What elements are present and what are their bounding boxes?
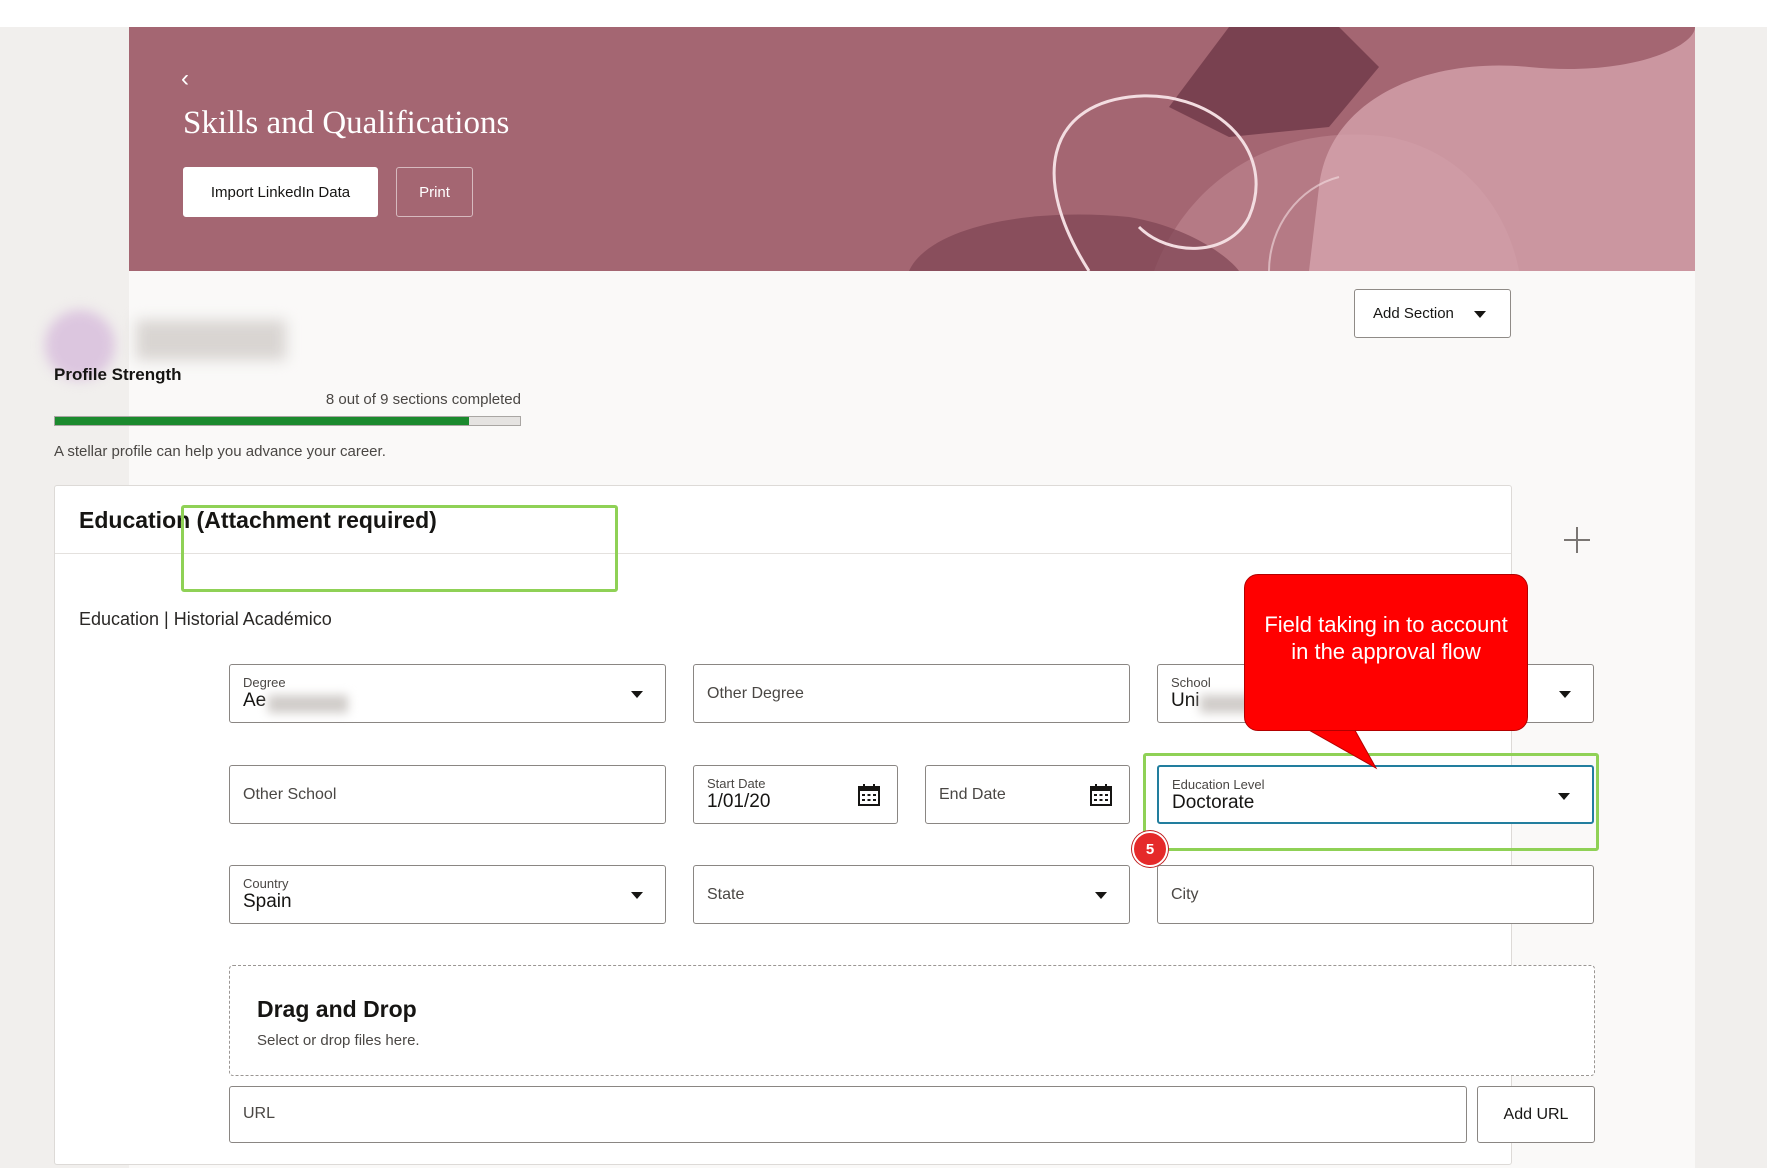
url-input[interactable]: URL [229,1086,1467,1143]
calendar-icon[interactable] [857,783,881,807]
caret-down-icon [1095,892,1107,899]
caret-down-icon [1559,691,1571,698]
other-degree-placeholder: Other Degree [707,685,804,702]
country-value: Spain [243,891,292,912]
other-degree-input[interactable]: Other Degree [693,664,1130,723]
highlight-education-level-box [1143,753,1599,851]
plus-icon[interactable] [1564,527,1590,553]
highlight-title-box [181,505,618,592]
degree-value: Ae [243,690,267,711]
profile-strength-bar [54,416,521,426]
degree-select[interactable]: Degree Ae [229,664,666,723]
school-value: Uni [1171,690,1200,711]
profile-strength-hint: A stellar profile can help you advance y… [54,443,386,460]
page-title: Skills and Qualifications [183,105,510,141]
other-school-input[interactable]: Other School [229,765,666,824]
dropzone-subtitle: Select or drop files here. [257,1032,420,1049]
start-date-label: Start Date [707,776,766,791]
state-placeholder: State [707,886,745,903]
add-section-button[interactable]: Add Section [1354,289,1511,338]
url-placeholder: URL [243,1105,276,1122]
education-subtitle: Education | Historial Académico [79,609,332,629]
print-button[interactable]: Print [396,167,473,217]
calendar-icon[interactable] [1089,783,1113,807]
profile-strength-title: Profile Strength [54,365,182,384]
city-placeholder: City [1171,886,1199,903]
top-strip [0,0,1767,27]
file-dropzone[interactable]: Drag and Drop Select or drop files here. [229,965,1595,1076]
end-date-input[interactable]: End Date [925,765,1130,824]
city-input[interactable]: City [1157,865,1594,924]
annotation-callout: Field taking in to account in the approv… [1244,574,1528,731]
start-date-value: 1/01/20 [707,791,771,812]
profile-strength-fill [55,417,469,425]
add-url-button[interactable]: Add URL [1477,1086,1595,1143]
state-select[interactable]: State [693,865,1130,924]
country-select[interactable]: Country Spain [229,865,666,924]
end-date-placeholder: End Date [939,786,1006,803]
hero-decoration [909,27,1695,271]
dropzone-title: Drag and Drop [257,996,417,1022]
hero-banner: ‹ Skills and Qualifications Import Linke… [129,27,1695,271]
import-linkedin-button[interactable]: Import LinkedIn Data [183,167,378,217]
caret-down-icon [631,691,643,698]
caret-down-icon [631,892,643,899]
add-section-label: Add Section [1373,305,1454,322]
profile-strength-count: 8 out of 9 sections completed [325,391,521,408]
step-badge: 5 [1132,831,1168,867]
degree-label: Degree [243,675,286,690]
degree-value-blurred [268,695,348,713]
country-label: Country [243,876,289,891]
back-chevron-icon[interactable]: ‹ [181,67,189,91]
profile-name-blurred [136,320,286,360]
other-school-placeholder: Other School [243,786,337,803]
school-label: School [1171,675,1211,690]
caret-down-icon [1474,311,1486,318]
start-date-input[interactable]: Start Date 1/01/20 [693,765,898,824]
